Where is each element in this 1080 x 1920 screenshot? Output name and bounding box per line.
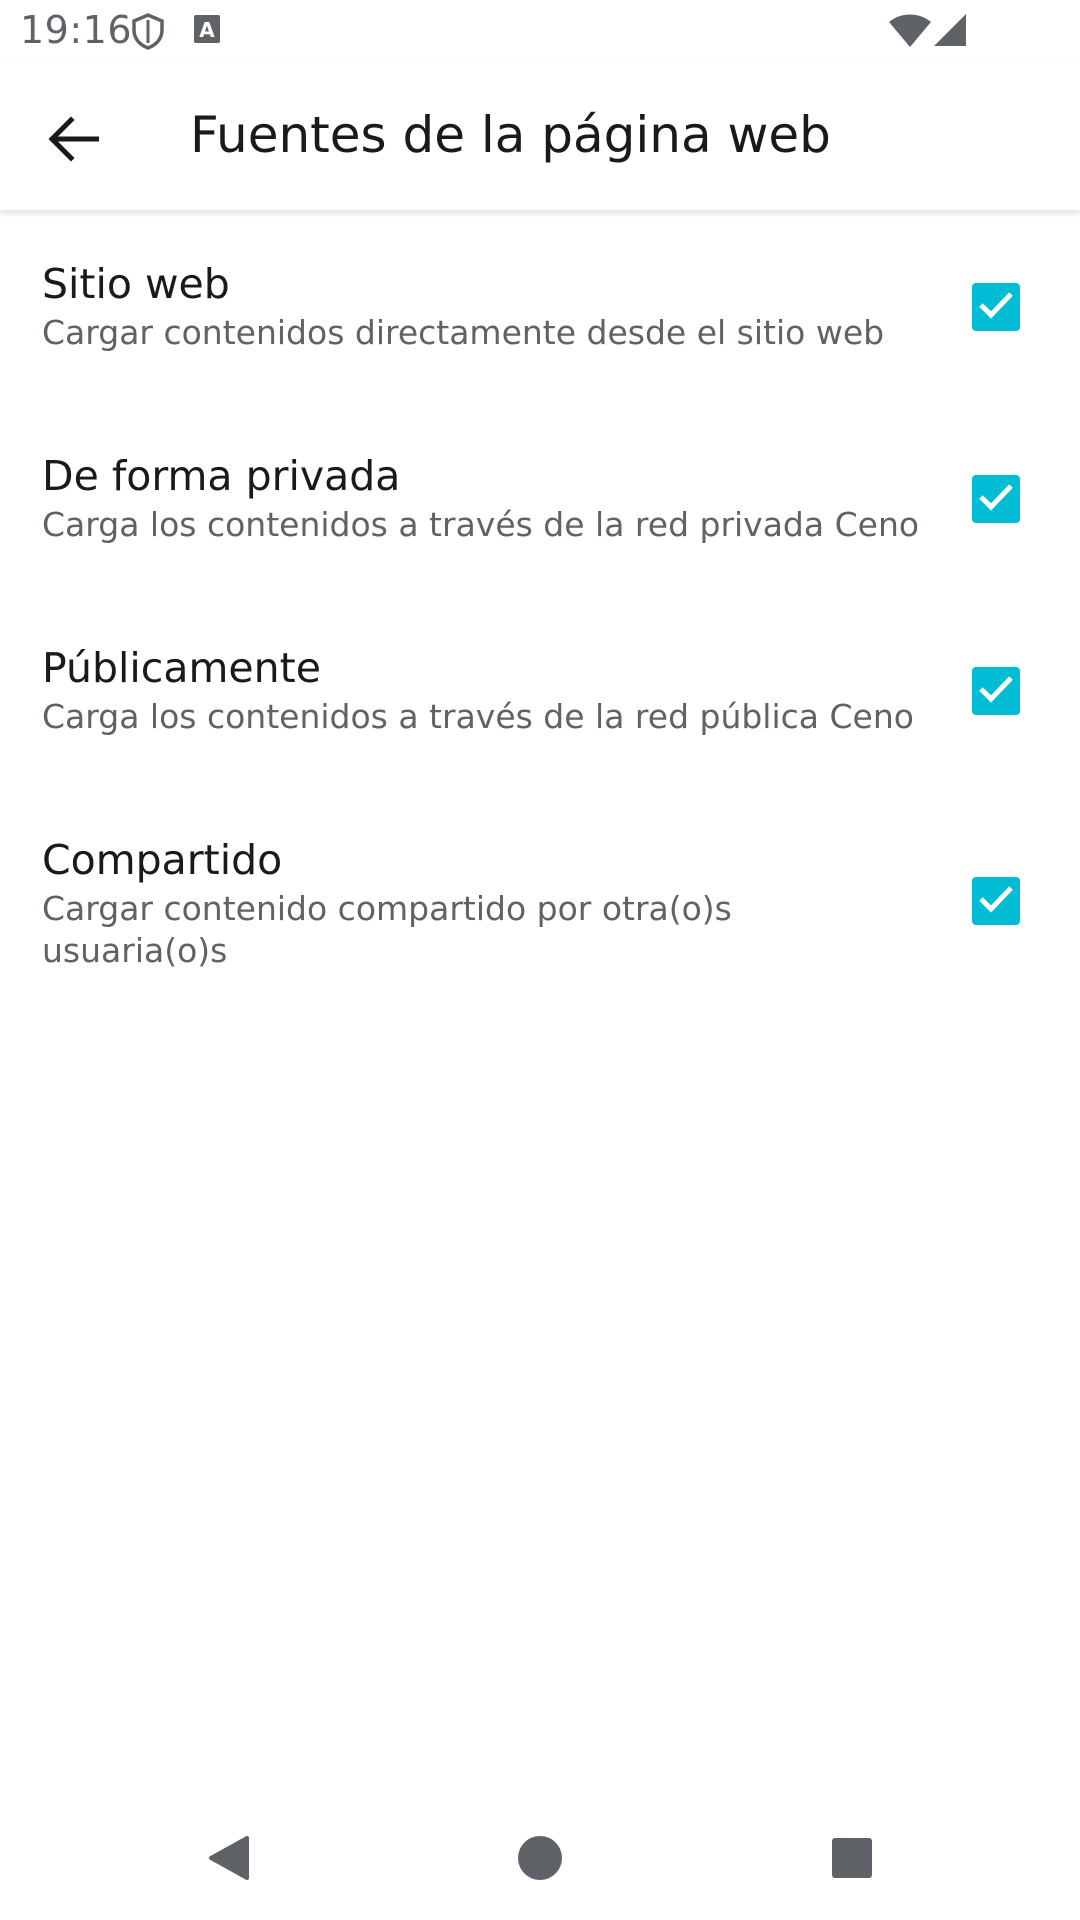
setting-row-compartido[interactable]: Compartido Cargar contenido compartido p… <box>0 788 1080 1014</box>
a-notification-icon: A <box>192 12 222 50</box>
page-title: Fuentes de la página web <box>190 106 831 164</box>
wifi-icon <box>888 14 932 52</box>
setting-text: Públicamente Carga los contenidos a trav… <box>42 642 942 738</box>
setting-title: Sitio web <box>42 260 230 308</box>
check-icon <box>978 674 1014 708</box>
arrow-back-icon <box>47 116 100 166</box>
checkbox-publica[interactable] <box>972 667 1020 715</box>
settings-list: Sitio web Cargar contenidos directamente… <box>0 212 1080 1014</box>
nav-back-button[interactable] <box>188 1820 268 1900</box>
nav-recents-button[interactable] <box>812 1820 892 1900</box>
setting-title: De forma privada <box>42 452 401 500</box>
screen: 19:16 A Fuentes de la página web Sitio w… <box>0 0 1080 1920</box>
home-circle-icon <box>517 1835 563 1885</box>
checkbox-privada[interactable] <box>972 475 1020 523</box>
setting-summary: Cargar contenidos directamente desde el … <box>42 313 885 352</box>
setting-text: Compartido Cargar contenido compartido p… <box>42 834 942 972</box>
status-time: 19:16 <box>20 8 133 52</box>
checkbox-compartido[interactable] <box>972 877 1020 925</box>
back-button[interactable] <box>30 98 116 184</box>
setting-row-sitio-web[interactable]: Sitio web Cargar contenidos directamente… <box>0 212 1080 404</box>
check-icon <box>978 884 1014 918</box>
app-bar: Fuentes de la página web <box>0 62 1080 210</box>
setting-summary: Carga los contenidos a través de la red … <box>42 505 920 544</box>
setting-row-publica[interactable]: Públicamente Carga los contenidos a trav… <box>0 596 1080 788</box>
setting-summary: Cargar contenido compartido por otra(o)s… <box>42 889 732 970</box>
check-icon <box>978 290 1014 324</box>
setting-row-privada[interactable]: De forma privada Carga los contenidos a … <box>0 404 1080 596</box>
setting-text: Sitio web Cargar contenidos directamente… <box>42 258 942 354</box>
svg-text:A: A <box>199 18 215 42</box>
navigation-bar <box>0 1790 1080 1920</box>
setting-title: Públicamente <box>42 644 321 692</box>
recents-square-icon <box>831 1837 873 1883</box>
checkbox-sitio-web[interactable] <box>972 283 1020 331</box>
setting-text: De forma privada Carga los contenidos a … <box>42 450 942 546</box>
setting-title: Compartido <box>42 836 283 884</box>
cellular-signal-icon <box>932 12 968 52</box>
setting-summary: Carga los contenidos a través de la red … <box>42 697 914 736</box>
back-triangle-icon <box>205 1834 251 1886</box>
nav-home-button[interactable] <box>500 1820 580 1900</box>
check-icon <box>978 482 1014 516</box>
shield-icon <box>130 12 166 54</box>
status-bar: 19:16 A <box>0 0 1080 62</box>
